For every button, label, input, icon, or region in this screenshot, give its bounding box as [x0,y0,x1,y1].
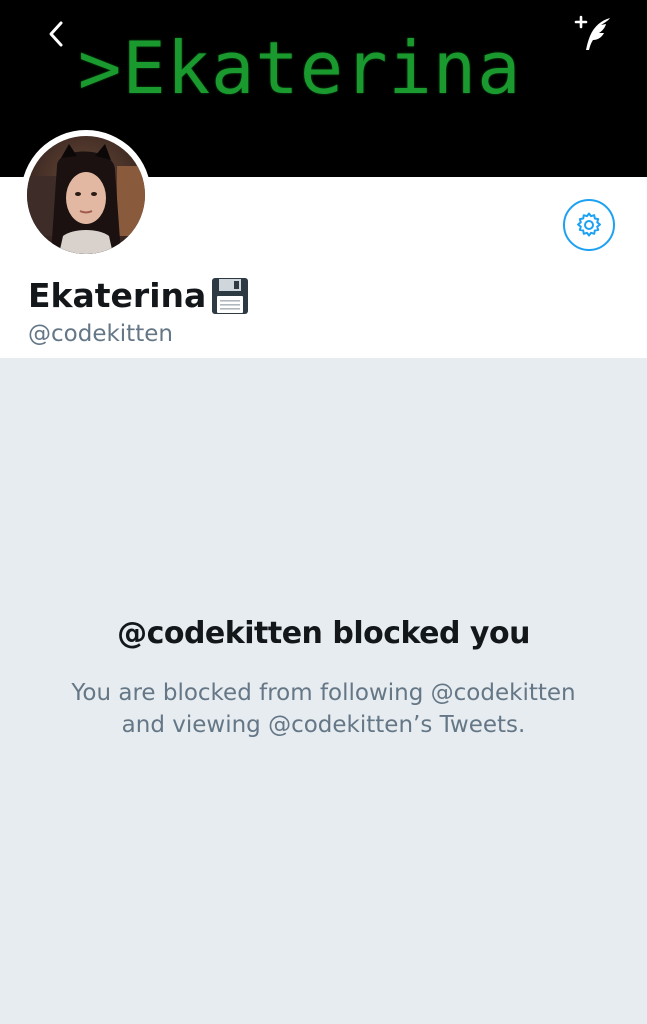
gear-icon [577,212,601,237]
avatar[interactable] [21,130,151,260]
compose-tweet-icon [574,15,610,50]
chevron-left-icon [49,21,63,47]
back-button[interactable] [36,14,76,54]
blocked-title: @codekitten blocked you [117,616,530,651]
avatar-photo [27,136,145,254]
floppy-disk-icon [212,278,249,314]
compose-tweet-button[interactable] [568,12,616,56]
banner-text: >Ekaterina [78,26,522,110]
display-name: Ekaterina [28,274,250,318]
blocked-description: You are blocked from following @codekitt… [71,680,576,738]
profile-handle: @codekitten [28,321,173,347]
settings-button[interactable] [563,199,615,251]
display-name-text: Ekaterina [28,276,207,315]
